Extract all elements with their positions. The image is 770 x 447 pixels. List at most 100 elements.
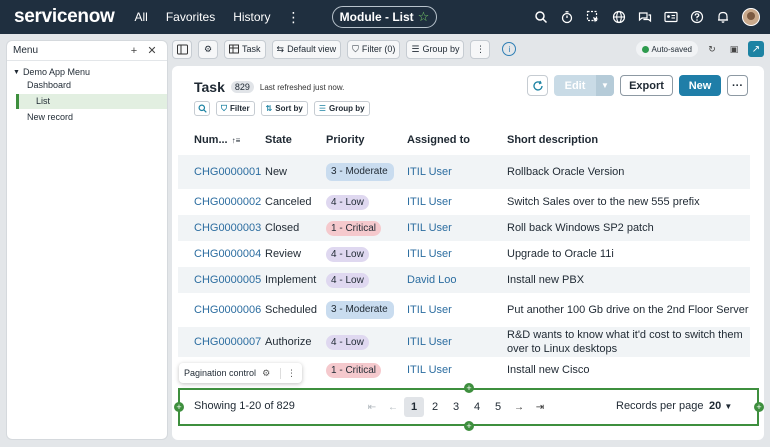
nav-history[interactable]: History	[233, 10, 270, 24]
more-actions-button[interactable]: ···	[727, 75, 748, 96]
menu-header: Menu + ✕	[7, 41, 167, 61]
open-external-icon[interactable]: ↗	[748, 41, 764, 57]
priority-badge: 3 - Moderate	[326, 163, 394, 181]
assigned-to-link[interactable]: ITIL User	[407, 304, 452, 316]
column-header-state[interactable]: State	[265, 134, 326, 146]
nav-favorites[interactable]: Favorites	[166, 10, 215, 24]
short-description-cell: Install new Cisco	[507, 364, 590, 376]
list-icon: ☰	[318, 104, 326, 113]
chevron-down-icon[interactable]: ▼	[596, 75, 614, 96]
column-header-priority[interactable]: Priority	[326, 134, 407, 146]
menu-item-dashboard[interactable]: Dashboard	[7, 78, 167, 93]
servicenow-logo[interactable]: servicenow	[14, 6, 115, 28]
page-2[interactable]: 2	[425, 397, 445, 417]
settings-button[interactable]: ⚙	[198, 39, 218, 59]
toolbar-group-button[interactable]: ☰ Group by	[406, 39, 465, 59]
bell-icon[interactable]	[716, 10, 730, 24]
table-row[interactable]: CHG0000001 New 3 - Moderate ITIL User Rollba…	[178, 155, 750, 189]
table-label: Task	[242, 44, 261, 54]
toolbar-filter-button[interactable]: ⛉ Filter (0)	[347, 39, 401, 59]
priority-badge: 4 - Low	[326, 272, 369, 288]
assigned-to-link[interactable]: ITIL User	[407, 248, 452, 260]
column-header-number[interactable]: Num... ↑≡	[178, 134, 265, 146]
kebab-icon[interactable]: ⋮	[280, 367, 302, 379]
record-number-link[interactable]: CHG0000002	[194, 196, 261, 208]
nav-all[interactable]: All	[135, 10, 148, 24]
table-row[interactable]: CHG0000003 Closed 1 - Critical ITIL User Rol…	[178, 215, 750, 241]
toolbar-more-button[interactable]: ⋮	[470, 39, 491, 59]
table-row[interactable]: CHG0000002 Canceled 4 - Low ITIL User Switch…	[178, 189, 750, 215]
menu-item-new-record[interactable]: New record	[7, 110, 167, 125]
assigned-to-link[interactable]: ITIL User	[407, 364, 452, 376]
sort-icon[interactable]: ↑≡	[232, 136, 241, 145]
record-number-link[interactable]: CHG0000001	[194, 166, 261, 178]
column-header-assigned[interactable]: Assigned to	[407, 134, 507, 146]
assigned-to-link[interactable]: David Loo	[407, 274, 457, 286]
priority-badge: 1 - Critical	[326, 220, 382, 236]
add-icon[interactable]: +	[125, 45, 143, 57]
table-row[interactable]: CHG0000004 Review 4 - Low ITIL User Upgrade …	[178, 241, 750, 267]
chevron-down-icon[interactable]: ▼	[13, 69, 20, 76]
cursor-select-icon[interactable]	[586, 10, 600, 24]
records-table: Num... ↑≡ State Priority Assigned to Shor…	[178, 125, 750, 383]
refresh-icon[interactable]: ↻	[704, 41, 720, 57]
filter-button[interactable]: ⛉ Filter	[216, 101, 255, 116]
table-row[interactable]: CHG0000006 Scheduled 3 - Moderate ITIL User…	[178, 293, 750, 327]
record-number-link[interactable]: CHG0000003	[194, 222, 261, 234]
page-4[interactable]: 4	[467, 397, 487, 417]
page-5[interactable]: 5	[488, 397, 508, 417]
module-title-pill[interactable]: Module - List ☆	[332, 6, 437, 28]
devices-icon[interactable]: ▣	[726, 41, 742, 57]
close-icon[interactable]: ✕	[143, 44, 161, 57]
assigned-to-link[interactable]: ITIL User	[407, 336, 452, 348]
menu-root[interactable]: ▼ Demo App Menu	[7, 67, 167, 77]
edit-button[interactable]: Edit ▼	[554, 75, 614, 96]
menu-item-list[interactable]: List	[16, 94, 167, 109]
timer-icon[interactable]	[560, 10, 574, 24]
handle-bottom-icon[interactable]: +	[464, 421, 474, 431]
search-icon[interactable]	[534, 10, 548, 24]
page-1[interactable]: 1	[404, 397, 424, 417]
group-button[interactable]: ☰ Group by	[313, 101, 370, 116]
globe-icon[interactable]	[612, 10, 626, 24]
sort-button[interactable]: ⇅ Sort by	[260, 101, 308, 116]
export-button[interactable]: Export	[620, 75, 673, 96]
nav-more-icon[interactable]: ⋮	[287, 9, 301, 26]
assigned-to-link[interactable]: ITIL User	[407, 196, 452, 208]
handle-left-icon[interactable]: +	[174, 402, 184, 412]
record-number-link[interactable]: CHG0000006	[194, 304, 261, 316]
record-number-link[interactable]: CHG0000004	[194, 248, 261, 260]
view-button[interactable]: ⇆ Default view	[271, 39, 342, 59]
table-row[interactable]: CHG0000005 Implement 4 - Low David Loo Insta…	[178, 267, 750, 293]
help-icon[interactable]	[690, 10, 704, 24]
last-page-icon[interactable]: ⇥	[530, 397, 550, 417]
user-avatar[interactable]	[742, 8, 760, 26]
record-number-link[interactable]: CHG0000007	[194, 336, 261, 348]
list-search-button[interactable]	[194, 101, 210, 116]
assigned-to-link[interactable]: ITIL User	[407, 166, 452, 178]
table-row[interactable]: CHG0000007 Authorize 4 - Low ITIL User R&D w…	[178, 327, 750, 357]
top-navigation: servicenow All Favorites History ⋮ Modul…	[0, 0, 770, 34]
table-button[interactable]: Task	[224, 39, 266, 59]
records-per-page-select[interactable]: 20 ▼	[709, 400, 732, 412]
first-page-icon[interactable]: ⇤	[362, 397, 382, 417]
chat-icon[interactable]	[638, 10, 652, 24]
record-number-link[interactable]: CHG0000005	[194, 274, 261, 286]
pagination-tooltip: Pagination control ⚙ ⋮	[179, 363, 302, 383]
gear-icon[interactable]: ⚙	[262, 368, 270, 379]
column-header-description[interactable]: Short description	[507, 133, 750, 147]
assigned-to-link[interactable]: ITIL User	[407, 222, 452, 234]
view-label: Default view	[287, 44, 337, 54]
refresh-list-button[interactable]	[527, 75, 548, 96]
handle-right-icon[interactable]: +	[754, 402, 764, 412]
info-icon[interactable]: i	[502, 42, 517, 56]
prev-page-icon[interactable]: ←	[383, 397, 403, 417]
handle-top-icon[interactable]: +	[464, 383, 474, 393]
page-3[interactable]: 3	[446, 397, 466, 417]
id-card-icon[interactable]	[664, 10, 678, 24]
star-icon[interactable]: ☆	[418, 9, 430, 25]
new-button[interactable]: New	[679, 75, 721, 96]
panel-toggle-button[interactable]	[172, 39, 192, 59]
next-page-icon[interactable]: →	[509, 397, 529, 417]
kebab-icon: ⋮	[475, 43, 485, 54]
